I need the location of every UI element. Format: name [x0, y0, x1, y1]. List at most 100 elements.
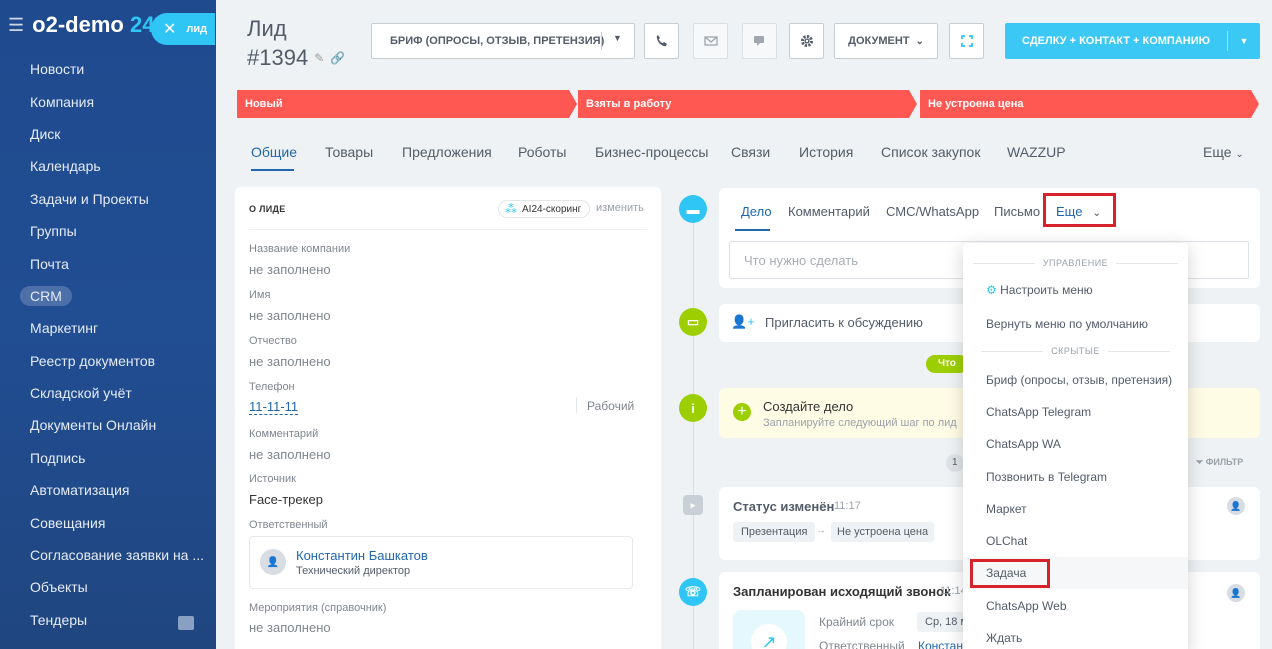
- subtab-sms[interactable]: СМС/WhatsApp: [886, 204, 979, 219]
- close-slider-button[interactable]: ✕ лид: [151, 13, 215, 45]
- edit-link[interactable]: изменить: [596, 202, 644, 214]
- sidebar-item-crm[interactable]: CRM: [20, 286, 72, 306]
- menu-item-chatsapp-web[interactable]: ChatsApp Web: [986, 599, 1067, 613]
- sidebar-item-meetings[interactable]: Совещания: [30, 515, 105, 531]
- stage-in-work[interactable]: Взяты в работу: [578, 90, 917, 118]
- brief-button[interactable]: БРИФ (ОПРОСЫ, ОТЗЫВ, ПРЕТЕНЗИЯ) ▼: [371, 23, 635, 59]
- sidebar-item-mail[interactable]: Почта: [30, 256, 69, 272]
- tab-history[interactable]: История: [799, 144, 853, 160]
- tab-general[interactable]: Общие: [251, 144, 297, 160]
- field-label: Название компании: [249, 243, 351, 255]
- sidebar-item-calendar[interactable]: Календарь: [30, 158, 101, 174]
- ai-scoring-badge[interactable]: ⁂ AI24-скоринг: [498, 200, 591, 218]
- subtab-underline: [735, 229, 770, 231]
- sidebar-item-groups[interactable]: Группы: [30, 223, 77, 239]
- menu-item-configure[interactable]: ⚙ Настроить меню: [986, 283, 1093, 297]
- document-button[interactable]: ДОКУМЕНТ ⌄: [834, 23, 938, 59]
- chat-button[interactable]: [742, 23, 777, 59]
- stage-price-issue[interactable]: Не устроена цена: [920, 90, 1259, 118]
- menu-item-call-telegram[interactable]: Позвонить в Telegram: [986, 470, 1107, 484]
- menu-item-brief[interactable]: Бриф (опросы, отзыв, претензия): [986, 373, 1172, 387]
- menu-item-reset[interactable]: Вернуть меню по умолчанию: [986, 317, 1148, 331]
- subtab-deal[interactable]: Дело: [741, 204, 772, 219]
- menu-icon[interactable]: ☰: [8, 15, 24, 36]
- tab-robots[interactable]: Роботы: [518, 144, 566, 160]
- phone-link[interactable]: 11-11-11: [249, 399, 299, 415]
- tab-products[interactable]: Товары: [325, 144, 373, 160]
- subtab-comment[interactable]: Комментарий: [788, 204, 870, 219]
- status-to: Не устроена цена: [831, 522, 935, 542]
- sidebar-item-warehouse[interactable]: Складской учёт: [30, 385, 132, 401]
- deadline-label: Крайний срок: [819, 615, 895, 629]
- sidebar-item-approval[interactable]: Согласование заявки на ...: [30, 547, 204, 563]
- avatar: 👤: [1227, 584, 1245, 602]
- field-value[interactable]: Face-трекер: [249, 492, 323, 507]
- sidebar-item-news[interactable]: Новости: [30, 61, 84, 77]
- tab-offers[interactable]: Предложения: [402, 144, 492, 160]
- phone-type: Рабочий: [587, 399, 635, 413]
- responsible-value[interactable]: Констан: [918, 639, 963, 649]
- lead-number: #1394 ✎ 🔗: [247, 45, 345, 71]
- field-value[interactable]: не заполнено: [249, 308, 331, 323]
- info-icon: i: [679, 394, 707, 422]
- field-label: Ответственный: [249, 519, 328, 531]
- avatar: 👤: [260, 549, 286, 575]
- field-label: Источник: [249, 473, 296, 485]
- tab-wazzup[interactable]: WAZZUP: [1007, 144, 1066, 160]
- stage-label: Не устроена цена: [928, 98, 1024, 110]
- menu-item-chatsapp-wa[interactable]: ChatsApp WA: [986, 437, 1061, 451]
- status-title: Статус изменён: [733, 499, 835, 514]
- field-value[interactable]: не заполнено: [249, 262, 331, 277]
- link-icon[interactable]: 🔗: [330, 51, 345, 65]
- field-label: Телефон: [249, 381, 295, 393]
- email-button[interactable]: [693, 23, 728, 59]
- menu-item-olchat[interactable]: OLChat: [986, 534, 1027, 548]
- tab-business-processes[interactable]: Бизнес-процессы: [595, 144, 708, 160]
- sidebar-item-automation[interactable]: Автоматизация: [30, 482, 129, 498]
- settings-button[interactable]: [789, 23, 824, 59]
- edit-pencil-icon[interactable]: ✎: [314, 51, 324, 65]
- sidebar-item-tenders[interactable]: Тендеры: [30, 612, 87, 628]
- tab-purchases[interactable]: Список закупок: [881, 144, 980, 160]
- tab-links[interactable]: Связи: [731, 144, 770, 160]
- field-label: Комментарий: [249, 428, 319, 440]
- field-value[interactable]: не заполнено: [249, 354, 331, 369]
- portal-brand[interactable]: ☰ o2-demo 24: [8, 12, 154, 38]
- responsible-box[interactable]: 👤 Константин Башкатов Технический директ…: [249, 536, 633, 589]
- menu-item-label: Настроить меню: [1000, 283, 1093, 297]
- scan-button[interactable]: [949, 23, 984, 59]
- subtab-letter[interactable]: Письмо: [994, 204, 1040, 219]
- tab-more[interactable]: Еще ⌄: [1203, 144, 1244, 160]
- filter-button[interactable]: ⏷ ФИЛЬТР: [1196, 457, 1243, 468]
- close-slider-label: лид: [186, 23, 208, 35]
- create-activity-subtitle: Запланируйте следующий шаг по лид: [763, 417, 957, 429]
- sidebar-item-disk[interactable]: Диск: [30, 126, 60, 142]
- call-button[interactable]: [644, 23, 679, 59]
- sidebar-item-tasks[interactable]: Задачи и Проекты: [30, 191, 149, 207]
- chevron-down-icon: ⌄: [915, 35, 924, 47]
- chevron-down-icon[interactable]: ▼: [1228, 36, 1260, 46]
- brief-button-label: БРИФ (ОПРОСЫ, ОТЗЫВ, ПРЕТЕНЗИЯ): [390, 35, 605, 47]
- stage-new[interactable]: Новый: [237, 90, 577, 118]
- print-icon[interactable]: [178, 616, 194, 630]
- sidebar-item-docs-online[interactable]: Документы Онлайн: [30, 417, 156, 433]
- sidebar-item-signature[interactable]: Подпись: [30, 450, 85, 466]
- menu-item-chatsapp-telegram[interactable]: ChatsApp Telegram: [986, 405, 1091, 419]
- field-value[interactable]: не заполнено: [249, 447, 331, 462]
- field-label: Отчество: [249, 335, 297, 347]
- sidebar-item-company[interactable]: Компания: [30, 94, 94, 110]
- section-badge: Что: [926, 355, 968, 373]
- menu-item-wait[interactable]: Ждать: [986, 631, 1022, 645]
- brand-name: o2-demo: [32, 12, 124, 37]
- chevron-down-icon[interactable]: ▼: [613, 33, 622, 43]
- sidebar-item-doc-registry[interactable]: Реестр документов: [30, 353, 155, 369]
- page-title: Лид: [247, 16, 287, 41]
- responsible-name[interactable]: Константин Башкатов: [296, 548, 428, 563]
- sidebar-item-objects[interactable]: Объекты: [30, 579, 88, 595]
- sidebar-item-marketing[interactable]: Маркетинг: [30, 320, 98, 336]
- menu-item-market[interactable]: Маркет: [986, 502, 1027, 516]
- convert-deal-button[interactable]: СДЕЛКУ + КОНТАКТ + КОМПАНИЮ ▼: [1005, 23, 1260, 59]
- responsible-label: Ответственный: [819, 639, 905, 649]
- field-value[interactable]: не заполнено: [249, 620, 331, 635]
- section-header-hidden: СКРЫТЫЕ: [963, 346, 1188, 356]
